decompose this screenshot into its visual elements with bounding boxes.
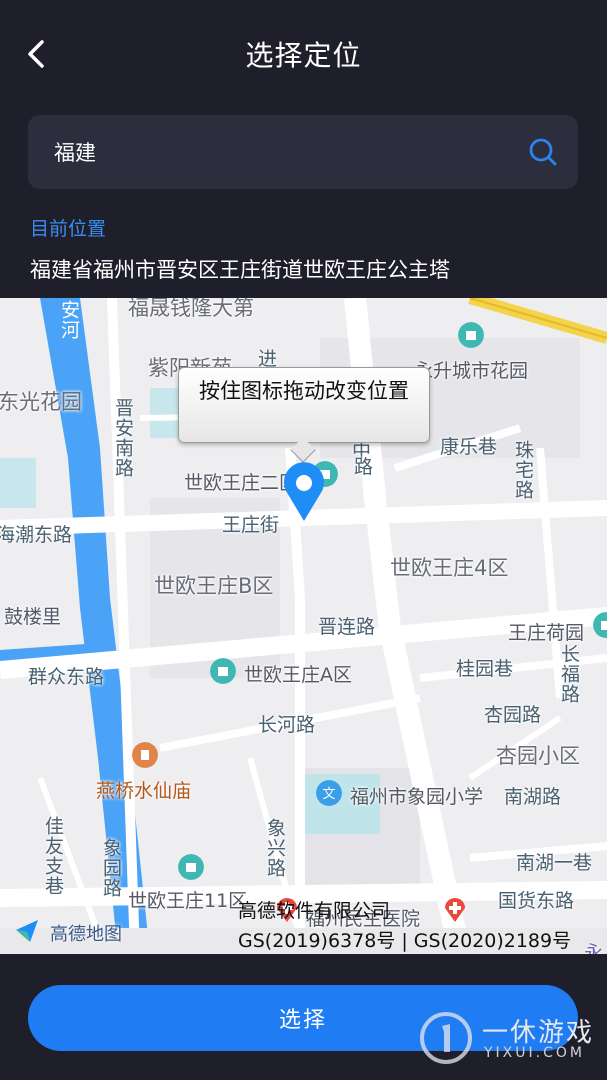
hospital-poi-icon xyxy=(445,898,465,922)
map-logo: 高德地图 xyxy=(14,918,144,948)
map-label: 海潮东路 xyxy=(0,524,73,546)
map-label: 佳友支巷 xyxy=(42,816,64,896)
top-bar: 选择定位 xyxy=(0,0,607,110)
drag-hint-tooltip: 按住图标拖动改变位置 xyxy=(178,367,430,443)
current-location-label: 目前位置 xyxy=(30,218,107,240)
map-label: 南湖一巷 xyxy=(516,852,593,874)
drag-hint-text: 按住图标拖动改变位置 xyxy=(199,379,409,403)
map-label: 世欧王庄4区 xyxy=(390,556,509,580)
school-poi-icon: 文 xyxy=(316,780,342,806)
map-label: 杏园路 xyxy=(484,704,542,726)
map-copyright-company: 高德软件有限公司 xyxy=(238,900,391,922)
map-label: 世欧王庄A区 xyxy=(244,664,352,686)
residential-poi-icon xyxy=(210,658,236,684)
map-label: 长福路 xyxy=(558,644,580,704)
search-icon[interactable] xyxy=(528,137,558,167)
map-copyright-numbers: GS(2019)6378号 | GS(2020)2189号 xyxy=(238,930,572,952)
watermark-domain: YIXUI.COM xyxy=(484,1045,585,1061)
map-label: 象园路 xyxy=(100,838,122,898)
watermark-logo-icon xyxy=(420,1012,472,1064)
map-label: 象兴路 xyxy=(264,818,286,878)
map-label: 世欧王庄11区 xyxy=(128,890,248,912)
map-label: 南湖路 xyxy=(504,786,562,808)
map-label: 群众东路 xyxy=(28,666,105,688)
map-logo-text: 高德地图 xyxy=(50,924,122,945)
map-label: 永 xyxy=(584,942,604,954)
watermark-text: 一休游戏 xyxy=(482,1018,595,1048)
map-label: 燕桥水仙庙 xyxy=(96,780,192,802)
map-label: 东光花园 xyxy=(0,390,82,414)
map-label: 永升城市花园 xyxy=(414,360,529,382)
map-label: 长河路 xyxy=(258,714,316,736)
map-label: 世欧王庄B区 xyxy=(154,574,274,598)
map-label: 王庄街 xyxy=(222,514,280,536)
map-label: 珠宅路 xyxy=(512,440,534,500)
map-label: 杏园小区 xyxy=(496,744,580,768)
temple-poi-icon xyxy=(132,742,158,768)
map-label: 王庄荷园 xyxy=(508,622,585,644)
map-label: 福州市象园小学 xyxy=(350,786,484,808)
residential-poi-icon xyxy=(178,854,204,880)
svg-text:文: 文 xyxy=(322,787,335,802)
amap-logo-icon xyxy=(16,920,38,942)
map-label: 桂园巷 xyxy=(456,658,514,680)
location-pin-icon[interactable] xyxy=(280,461,328,523)
map-label: 晋连路 xyxy=(318,616,376,638)
map-label: 康乐巷 xyxy=(440,436,498,458)
map-label: 鼓楼里 xyxy=(4,606,62,628)
page-title: 选择定位 xyxy=(245,39,362,72)
search-bar xyxy=(28,115,578,189)
map-label: 路 xyxy=(354,456,374,478)
search-input[interactable] xyxy=(54,133,514,171)
map-label: 国货东路 xyxy=(498,890,575,912)
map-label: 晋安南路 xyxy=(112,398,134,478)
map-label: 福晟钱隆大第 xyxy=(128,298,254,320)
current-location-address: 福建省福州市晋安区王庄街道世欧王庄公主塔 xyxy=(30,258,450,282)
residential-poi-icon xyxy=(458,322,484,348)
map-label: 安河 xyxy=(58,300,80,340)
